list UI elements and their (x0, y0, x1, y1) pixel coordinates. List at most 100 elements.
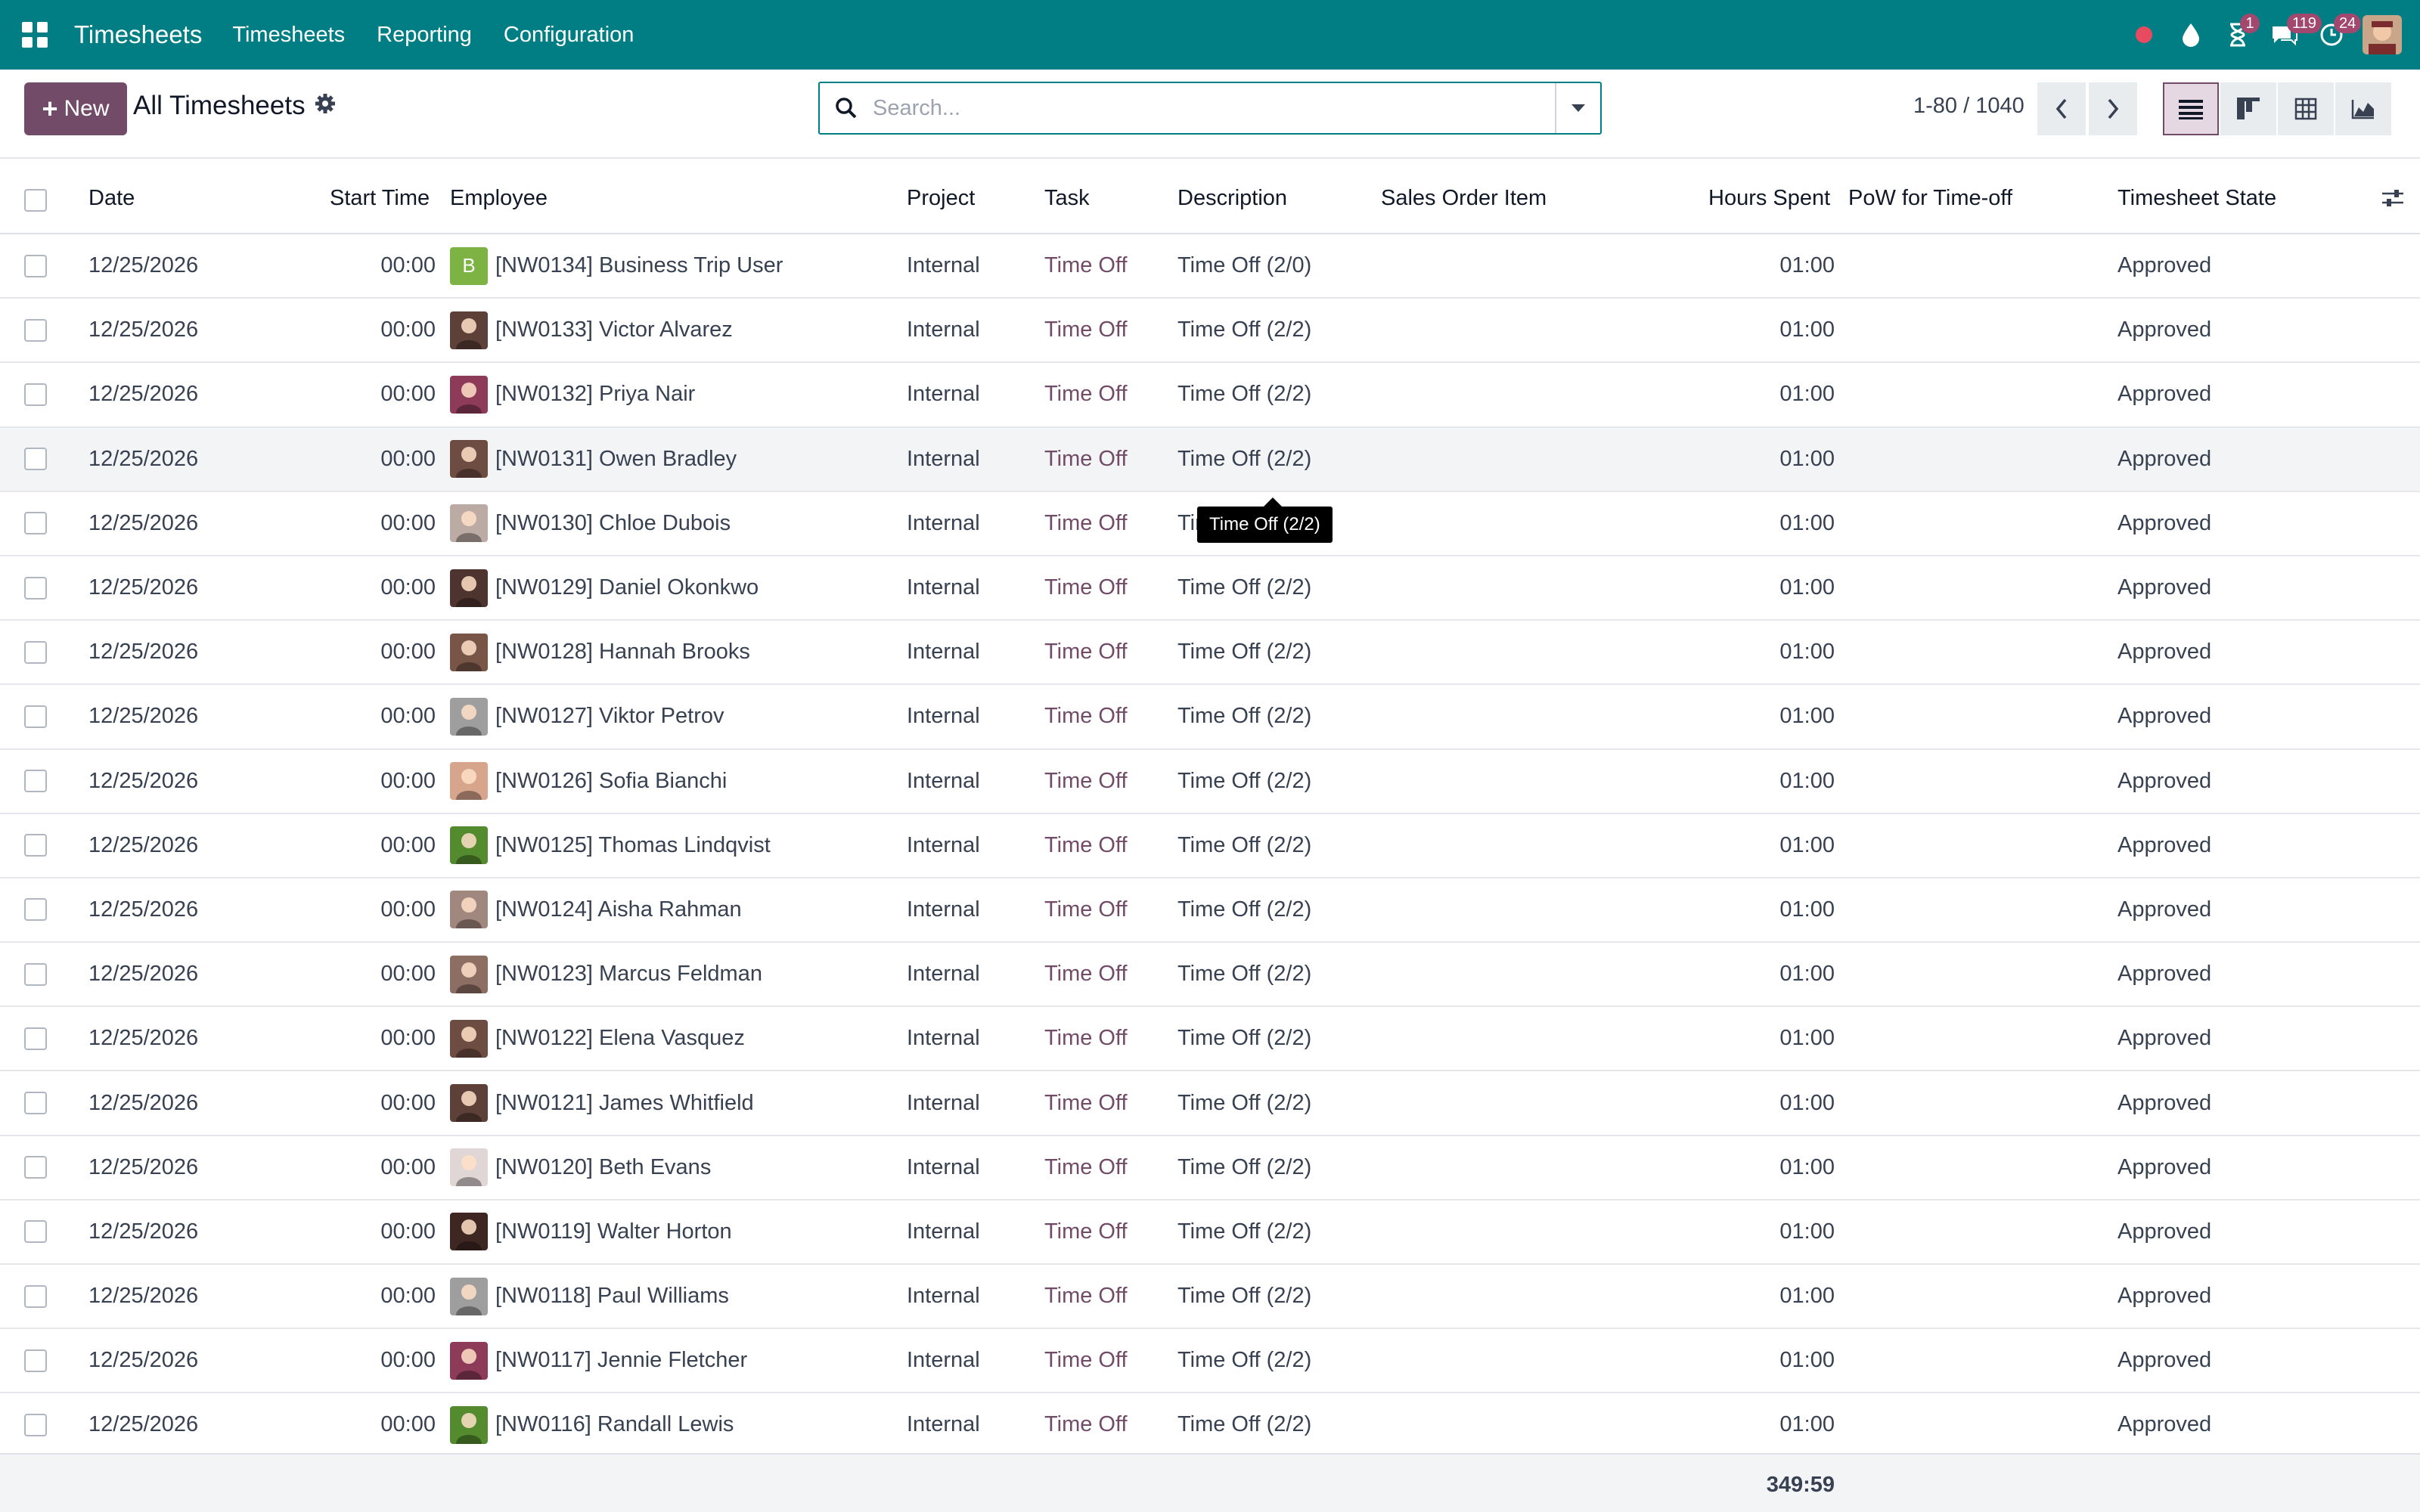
column-hours-spent[interactable]: Hours Spent (1708, 186, 1830, 211)
cell-task-link[interactable]: Time Off (1044, 492, 1128, 555)
search-options-toggle[interactable] (1555, 83, 1600, 133)
cell-employee[interactable]: [NW0124] Aisha Rahman (450, 878, 742, 941)
cell-employee[interactable]: [NW0125] Thomas Lindqvist (450, 814, 771, 877)
table-row[interactable]: 12/25/2026 00:00 [NW0118] Paul Williams Int… (0, 1265, 2420, 1330)
cell-employee[interactable]: [NW0117] Jennie Fletcher (450, 1329, 747, 1392)
cell-task-link[interactable]: Time Off (1044, 750, 1128, 813)
column-project[interactable]: Project (907, 186, 975, 211)
cell-employee[interactable]: [NW0127] Viktor Petrov (450, 685, 724, 748)
table-row[interactable]: 12/25/2026 00:00 [NW0133] Victor Alvarez In… (0, 299, 2420, 364)
cell-employee[interactable]: [NW0123] Marcus Feldman (450, 943, 762, 1005)
cell-task-link[interactable]: Time Off (1044, 814, 1128, 877)
grid-view-icon[interactable] (2278, 82, 2334, 135)
cell-employee[interactable]: [NW0132] Priya Nair (450, 363, 695, 426)
cell-employee[interactable]: [NW0133] Victor Alvarez (450, 299, 733, 361)
column-timesheet-state[interactable]: Timesheet State (2118, 186, 2276, 211)
table-row[interactable]: 12/25/2026 00:00 [NW0123] Marcus Feldman In… (0, 943, 2420, 1008)
cell-employee[interactable]: [NW0130] Chloe Dubois (450, 492, 731, 555)
column-date[interactable]: Date (88, 186, 135, 211)
table-row[interactable]: 12/25/2026 00:00 B [NW0134] Business Trip U… (0, 234, 2420, 299)
cell-employee[interactable]: B [NW0134] Business Trip User (450, 234, 783, 297)
cell-task-link[interactable]: Time Off (1044, 234, 1128, 297)
table-row[interactable]: 12/25/2026 00:00 [NW0116] Randall Lewis Int… (0, 1393, 2420, 1458)
row-checkbox[interactable] (24, 1329, 47, 1392)
row-checkbox[interactable] (24, 1136, 47, 1199)
gear-icon[interactable] (315, 91, 336, 121)
cell-employee[interactable]: [NW0118] Paul Williams (450, 1265, 729, 1328)
messages-icon[interactable]: 119 (2261, 0, 2322, 70)
table-row[interactable]: 12/25/2026 00:00 [NW0122] Elena Vasquez Int… (0, 1007, 2420, 1072)
cell-employee[interactable]: [NW0120] Beth Evans (450, 1136, 711, 1199)
app-brand[interactable]: Timesheets (74, 20, 202, 49)
row-checkbox[interactable] (24, 556, 47, 619)
row-checkbox[interactable] (24, 685, 47, 748)
row-checkbox[interactable] (24, 814, 47, 877)
cell-task-link[interactable]: Time Off (1044, 363, 1128, 426)
cell-task-link[interactable]: Time Off (1044, 428, 1128, 491)
cell-employee[interactable]: [NW0116] Randall Lewis (450, 1393, 734, 1456)
row-checkbox[interactable] (24, 1265, 47, 1328)
row-checkbox[interactable] (24, 234, 47, 297)
apps-menu-icon[interactable] (0, 0, 70, 70)
cell-task-link[interactable]: Time Off (1044, 1393, 1128, 1456)
row-checkbox[interactable] (24, 363, 47, 426)
row-checkbox[interactable] (24, 1071, 47, 1134)
row-checkbox[interactable] (24, 1393, 47, 1456)
row-checkbox[interactable] (24, 1201, 47, 1263)
cell-task-link[interactable]: Time Off (1044, 556, 1128, 619)
table-row[interactable]: 12/25/2026 00:00 [NW0121] James Whitfield I… (0, 1071, 2420, 1136)
cell-task-link[interactable]: Time Off (1044, 1329, 1128, 1392)
row-checkbox[interactable] (24, 299, 47, 361)
row-checkbox[interactable] (24, 878, 47, 941)
table-row[interactable]: 12/25/2026 00:00 [NW0127] Viktor Petrov Int… (0, 685, 2420, 750)
row-checkbox[interactable] (24, 621, 47, 683)
cell-employee[interactable]: [NW0131] Owen Bradley (450, 428, 737, 491)
cell-employee[interactable]: [NW0128] Hannah Brooks (450, 621, 750, 683)
row-checkbox[interactable] (24, 1007, 47, 1070)
table-row[interactable]: 12/25/2026 00:00 [NW0117] Jennie Fletcher I… (0, 1329, 2420, 1394)
updates-clock-icon[interactable]: 24 (2308, 0, 2362, 70)
table-row[interactable]: 12/25/2026 00:00 [NW0119] Walter Horton Int… (0, 1201, 2420, 1265)
menu-reporting[interactable]: Reporting (377, 23, 472, 48)
menu-configuration[interactable]: Configuration (504, 23, 634, 48)
kanban-view-icon[interactable] (2220, 82, 2276, 135)
column-pow-time-off[interactable]: PoW for Time-off (1848, 186, 2012, 211)
column-start-time[interactable]: Start Time (330, 186, 430, 211)
cell-employee[interactable]: [NW0121] James Whitfield (450, 1071, 754, 1134)
cell-employee[interactable]: [NW0126] Sofia Bianchi (450, 750, 727, 813)
cell-task-link[interactable]: Time Off (1044, 621, 1128, 683)
graph-view-icon[interactable] (2335, 82, 2391, 135)
table-row[interactable]: 12/25/2026 00:00 [NW0120] Beth Evans Intern… (0, 1136, 2420, 1201)
select-all-checkbox[interactable] (24, 189, 47, 212)
table-row[interactable]: 12/25/2026 00:00 [NW0128] Hannah Brooks Int… (0, 621, 2420, 686)
row-checkbox[interactable] (24, 943, 47, 1005)
row-checkbox[interactable] (24, 750, 47, 813)
row-checkbox[interactable] (24, 492, 47, 555)
table-row[interactable]: 12/25/2026 00:00 [NW0129] Daniel Okonkwo In… (0, 556, 2420, 621)
table-row[interactable]: 12/25/2026 00:00 [NW0124] Aisha Rahman Inte… (0, 878, 2420, 943)
table-row[interactable]: 12/25/2026 00:00 [NW0132] Priya Nair Intern… (0, 363, 2420, 428)
row-checkbox[interactable] (24, 428, 47, 491)
table-row[interactable]: 12/25/2026 00:00 [NW0131] Owen Bradley Inte… (0, 427, 2420, 492)
cell-task-link[interactable]: Time Off (1044, 685, 1128, 748)
user-avatar[interactable] (2363, 15, 2402, 54)
cell-task-link[interactable]: Time Off (1044, 299, 1128, 361)
cell-employee[interactable]: [NW0129] Daniel Okonkwo (450, 556, 759, 619)
drop-icon[interactable] (2167, 0, 2214, 70)
optional-columns-icon[interactable] (2381, 187, 2405, 215)
column-sales-order-item[interactable]: Sales Order Item (1381, 186, 1547, 211)
menu-timesheets[interactable]: Timesheets (232, 23, 345, 48)
table-row[interactable]: 12/25/2026 00:00 [NW0125] Thomas Lindqvist… (0, 814, 2420, 878)
pager-value[interactable]: 1-80 / 1040 (1913, 94, 2024, 119)
cell-task-link[interactable]: Time Off (1044, 878, 1128, 941)
cell-task-link[interactable]: Time Off (1044, 1136, 1128, 1199)
activity-hourglass-icon[interactable]: 1 (2214, 0, 2261, 70)
search-input[interactable] (873, 95, 1555, 121)
pager-next-button[interactable] (2089, 82, 2137, 135)
pager-previous-button[interactable] (2037, 82, 2086, 135)
list-view-icon[interactable] (2163, 82, 2219, 135)
column-description[interactable]: Description (1177, 186, 1287, 211)
column-task[interactable]: Task (1044, 186, 1090, 211)
column-employee[interactable]: Employee (450, 186, 548, 211)
cell-task-link[interactable]: Time Off (1044, 1071, 1128, 1134)
